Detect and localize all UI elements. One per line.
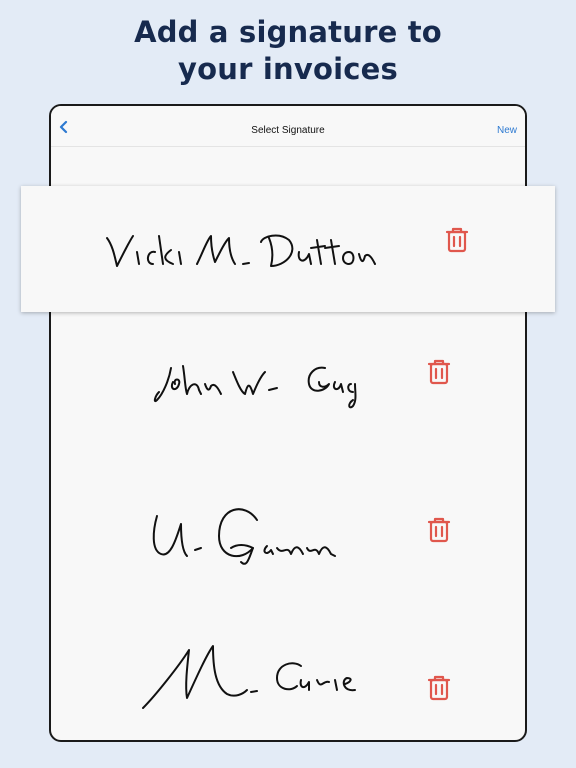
headline-line-2: your invoices — [178, 52, 398, 86]
signature-image-m-curie — [142, 645, 356, 709]
signature-row-selected[interactable] — [21, 186, 555, 312]
trash-icon[interactable] — [445, 226, 469, 254]
signature-image-u-gamm — [152, 508, 336, 565]
page-title: Select Signature — [251, 125, 325, 136]
trash-icon[interactable] — [427, 358, 451, 386]
signature-row[interactable] — [49, 630, 527, 730]
navigation-bar: Select Signature New — [51, 106, 525, 147]
trash-icon[interactable] — [427, 674, 451, 702]
trash-icon[interactable] — [427, 516, 451, 544]
headline-line-1: Add a signature to — [134, 15, 442, 49]
signature-image-john-w-gacy — [153, 365, 357, 409]
promo-headline: Add a signature to your invoices — [0, 14, 576, 88]
new-signature-button[interactable]: New — [497, 125, 517, 136]
signature-row[interactable] — [49, 318, 527, 474]
signature-row[interactable] — [49, 474, 527, 630]
signature-image-vicki-m-dutton — [106, 234, 376, 267]
